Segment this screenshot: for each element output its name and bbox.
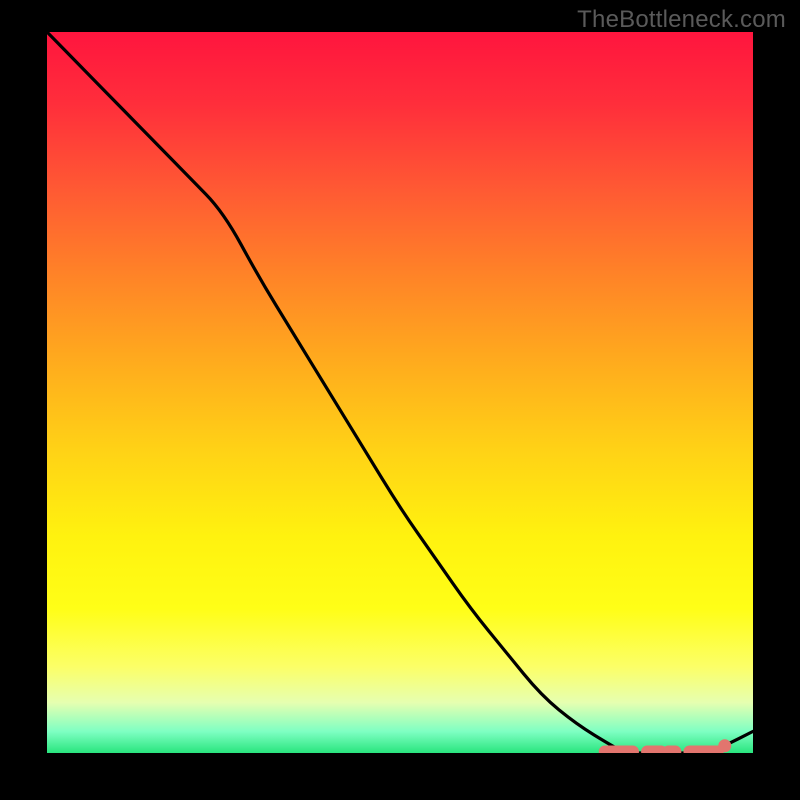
highlight-dot [718,739,731,752]
main-curve [47,32,753,753]
chart-frame: TheBottleneck.com [0,0,800,800]
plot-area [47,32,753,753]
watermark-label: TheBottleneck.com [577,6,786,34]
curve-svg [47,32,753,753]
